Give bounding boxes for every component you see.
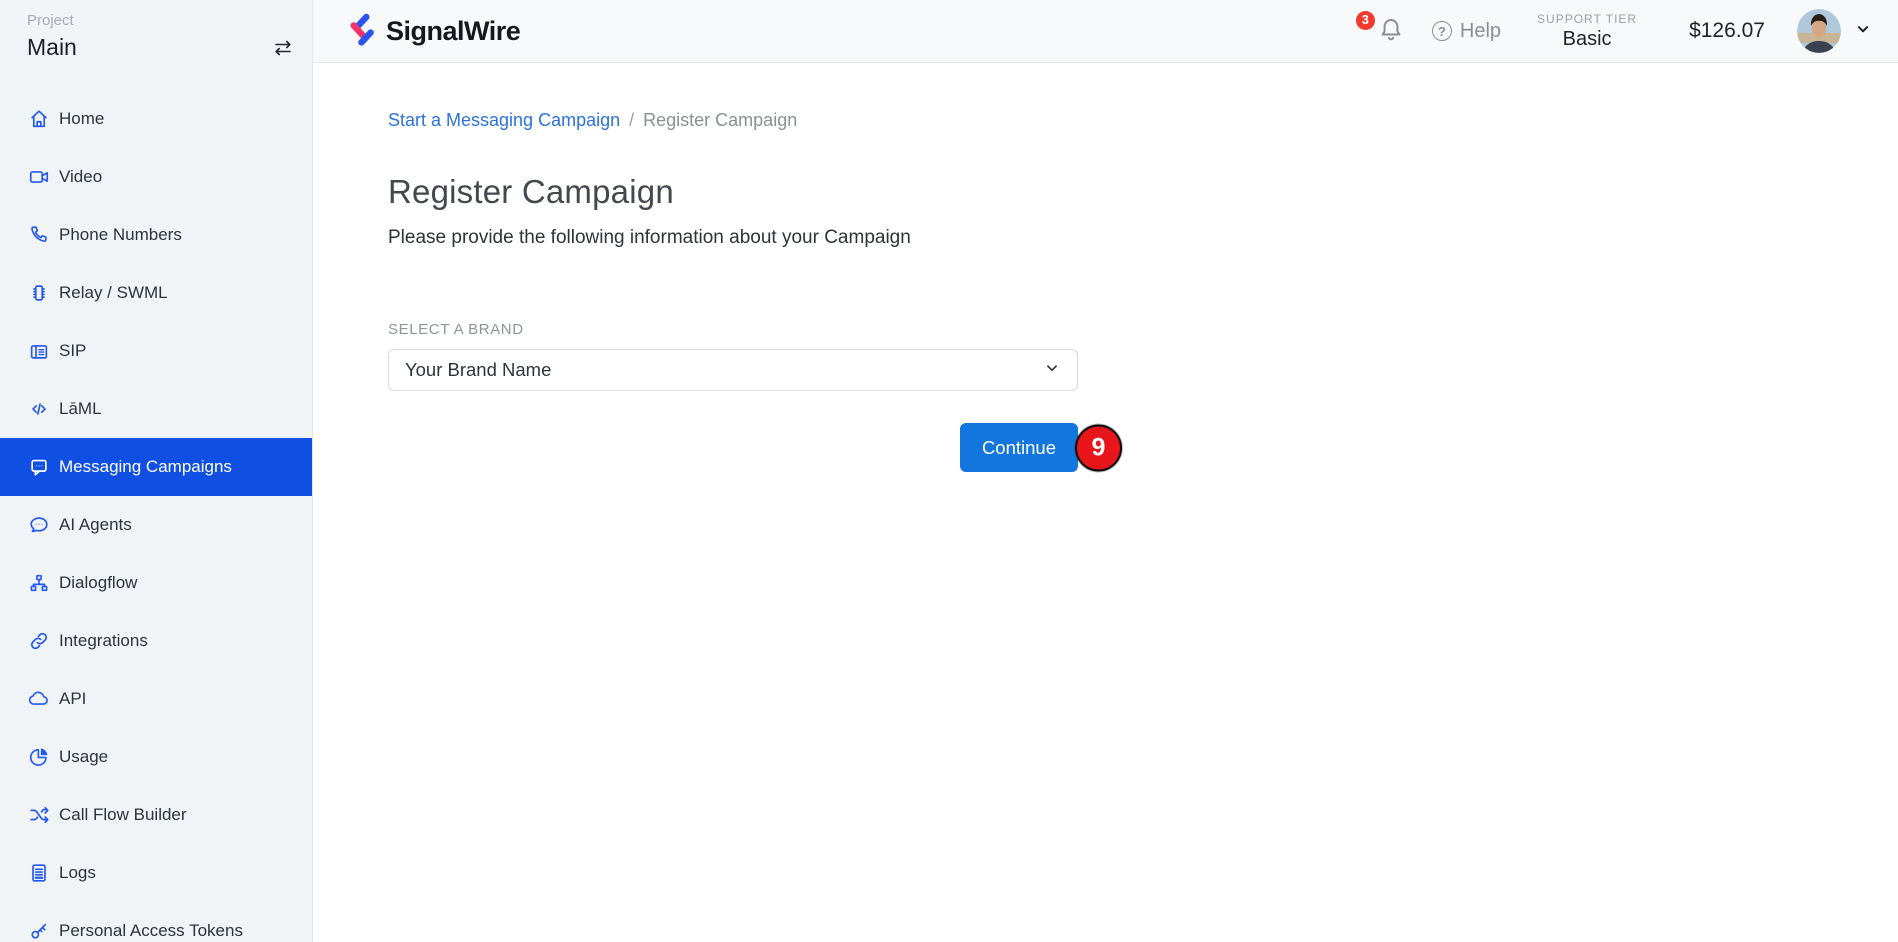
main-column: SignalWire 3 ? Help SUPPORT TIER Basic bbox=[313, 0, 1898, 942]
code-icon bbox=[28, 398, 50, 420]
support-tier-label: SUPPORT TIER bbox=[1537, 12, 1637, 26]
breadcrumb-link-start-messaging-campaign[interactable]: Start a Messaging Campaign bbox=[388, 110, 620, 131]
sidebar-item-integrations[interactable]: Integrations bbox=[0, 612, 312, 670]
select-chevron-down-icon bbox=[1043, 359, 1061, 382]
sidebar-item-phone-numbers[interactable]: Phone Numbers bbox=[0, 206, 312, 264]
speech-bubble-icon bbox=[28, 514, 50, 536]
help-button[interactable]: ? Help bbox=[1432, 20, 1501, 43]
top-bar: SignalWire 3 ? Help SUPPORT TIER Basic bbox=[313, 0, 1898, 63]
account-menu[interactable] bbox=[1797, 9, 1872, 53]
support-tier: SUPPORT TIER Basic bbox=[1537, 12, 1637, 51]
account-balance: $126.07 bbox=[1689, 19, 1765, 43]
annotation-step-marker: 9 bbox=[1075, 424, 1122, 471]
sidebar-item-label: API bbox=[59, 689, 86, 709]
main-content: Start a Messaging Campaign / Register Ca… bbox=[313, 63, 1898, 942]
page-subtitle: Please provide the following information… bbox=[388, 227, 1858, 249]
home-icon bbox=[28, 108, 50, 130]
sidebar-item-label: Phone Numbers bbox=[59, 225, 182, 245]
brand-select[interactable]: Your Brand Name bbox=[388, 349, 1078, 391]
sidebar-item-messaging-campaigns[interactable]: Messaging Campaigns bbox=[0, 438, 312, 496]
sidebar-item-label: Dialogflow bbox=[59, 573, 137, 593]
app-root: Project Main Home bbox=[0, 0, 1898, 942]
breadcrumb-current: Register Campaign bbox=[643, 110, 797, 131]
sidebar-item-api[interactable]: API bbox=[0, 670, 312, 728]
sidebar-item-label: Integrations bbox=[59, 631, 148, 651]
sidebar: Project Main Home bbox=[0, 0, 313, 942]
sidebar-item-label: Video bbox=[59, 167, 102, 187]
question-mark-icon: ? bbox=[1432, 21, 1452, 41]
signalwire-wordmark: SignalWire bbox=[386, 16, 520, 47]
sidebar-item-relay-swml[interactable]: Relay / SWML bbox=[0, 264, 312, 322]
key-icon bbox=[28, 920, 50, 942]
chip-icon bbox=[28, 282, 50, 304]
page-title: Register Campaign bbox=[388, 173, 1858, 211]
signalwire-logo[interactable]: SignalWire bbox=[343, 9, 520, 54]
sidebar-item-label: LāML bbox=[59, 399, 102, 419]
breadcrumb: Start a Messaging Campaign / Register Ca… bbox=[388, 110, 1858, 131]
project-switcher-row: Project Main bbox=[0, 12, 312, 65]
sidebar-item-personal-access-tokens[interactable]: Personal Access Tokens bbox=[0, 902, 312, 942]
phone-icon bbox=[28, 224, 50, 246]
chevron-down-icon bbox=[1854, 20, 1872, 43]
sidebar-item-label: AI Agents bbox=[59, 515, 132, 535]
register-campaign-form: SELECT A BRAND Your Brand Name Continue … bbox=[388, 321, 1078, 472]
sidebar-item-call-flow-builder[interactable]: Call Flow Builder bbox=[0, 786, 312, 844]
chat-bubble-icon bbox=[28, 456, 50, 478]
continue-button[interactable]: Continue bbox=[960, 423, 1078, 472]
avatar bbox=[1797, 9, 1841, 53]
select-brand-label: SELECT A BRAND bbox=[388, 321, 1078, 338]
desk-phone-icon bbox=[28, 340, 50, 362]
sidebar-item-video[interactable]: Video bbox=[0, 148, 312, 206]
sidebar-item-ai-agents[interactable]: AI Agents bbox=[0, 496, 312, 554]
video-camera-icon bbox=[28, 166, 50, 188]
project-label: Project bbox=[27, 12, 77, 29]
switch-project-icon[interactable] bbox=[271, 36, 295, 65]
shuffle-icon bbox=[28, 804, 50, 826]
cloud-icon bbox=[28, 688, 50, 710]
sidebar-item-label: Relay / SWML bbox=[59, 283, 168, 303]
notification-count-badge: 3 bbox=[1356, 11, 1375, 30]
support-tier-value: Basic bbox=[1537, 28, 1637, 51]
sitemap-icon bbox=[28, 572, 50, 594]
sidebar-item-home[interactable]: Home bbox=[0, 90, 312, 148]
document-icon bbox=[28, 862, 50, 884]
form-actions: Continue 9 bbox=[388, 423, 1078, 472]
sidebar-item-label: SIP bbox=[59, 341, 86, 361]
sidebar-item-logs[interactable]: Logs bbox=[0, 844, 312, 902]
sidebar-item-sip[interactable]: SIP bbox=[0, 322, 312, 380]
help-label: Help bbox=[1460, 20, 1501, 43]
sidebar-item-label: Call Flow Builder bbox=[59, 805, 187, 825]
sidebar-item-laml[interactable]: LāML bbox=[0, 380, 312, 438]
sidebar-item-label: Personal Access Tokens bbox=[59, 921, 243, 941]
sidebar-item-label: Home bbox=[59, 109, 104, 129]
brand-select-value: Your Brand Name bbox=[405, 359, 551, 381]
project-name: Main bbox=[27, 34, 77, 61]
sidebar-item-dialogflow[interactable]: Dialogflow bbox=[0, 554, 312, 612]
sidebar-item-label: Messaging Campaigns bbox=[59, 457, 232, 477]
link-icon bbox=[28, 630, 50, 652]
bell-icon bbox=[1377, 15, 1405, 48]
breadcrumb-separator: / bbox=[629, 110, 634, 131]
sidebar-item-label: Logs bbox=[59, 863, 96, 883]
notifications-button[interactable]: 3 bbox=[1356, 15, 1405, 48]
sidebar-item-usage[interactable]: Usage bbox=[0, 728, 312, 786]
signalwire-logo-icon bbox=[343, 9, 377, 54]
sidebar-nav: Home Video Phone Numbers bbox=[0, 90, 312, 942]
pie-chart-icon bbox=[28, 746, 50, 768]
sidebar-item-label: Usage bbox=[59, 747, 108, 767]
